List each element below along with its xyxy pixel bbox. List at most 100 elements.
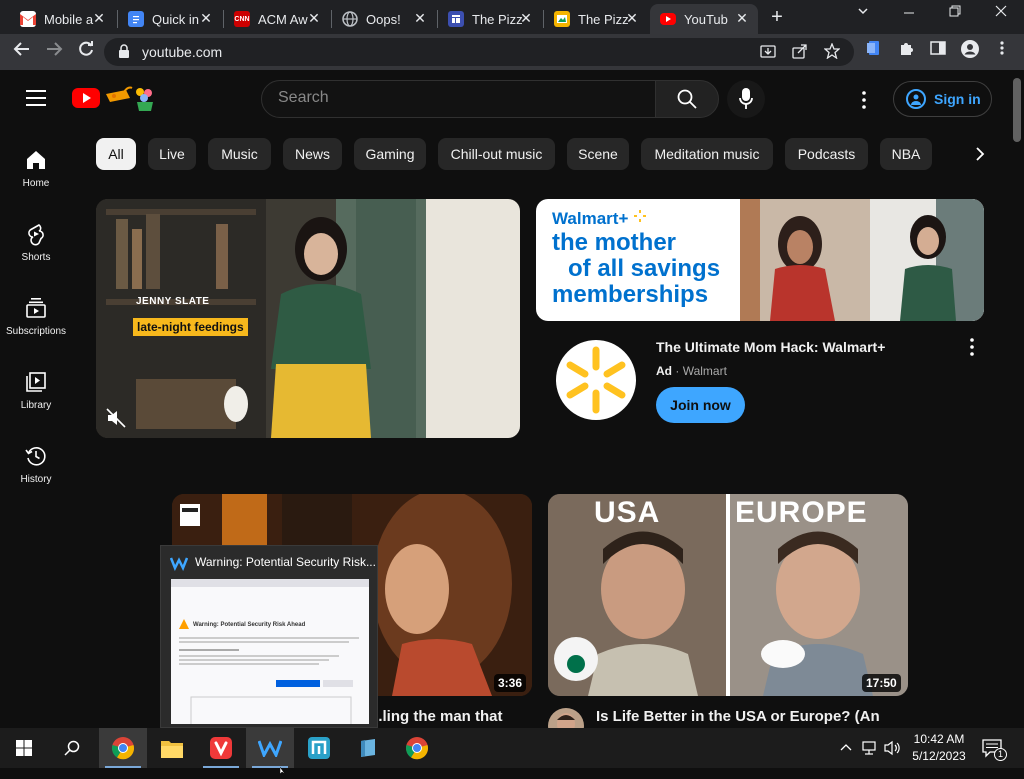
hamburger-menu-icon[interactable] (26, 90, 46, 106)
video-title[interactable]: ...ling the man that (370, 708, 503, 725)
mute-icon[interactable] (106, 408, 126, 433)
ad-banner-line-3: memberships (552, 281, 709, 308)
chip-gaming[interactable]: Gaming (354, 138, 426, 170)
search-button[interactable] (655, 80, 719, 118)
restore-button[interactable] (935, 4, 975, 28)
start-button[interactable] (0, 728, 48, 768)
chips-next-chevron-icon[interactable] (968, 142, 992, 166)
tab-forms[interactable]: The Pizz ✕ (438, 4, 542, 34)
ad-title[interactable]: The Ultimate Mom Hack: Walmart+ (656, 339, 885, 355)
sign-in-button[interactable]: Sign in (893, 81, 992, 117)
browser-tab-strip: Mobile a ✕ Quick in ✕ CNN ACM Aw ✕ Oops!… (0, 0, 1024, 34)
back-button[interactable] (10, 40, 34, 64)
cnn-icon: CNN (234, 11, 250, 27)
close-window-button[interactable] (981, 4, 1021, 28)
ad-label: Ad (656, 364, 672, 378)
video-overlay-name: JENNY SLATE (136, 296, 210, 307)
join-now-button[interactable]: Join now (656, 387, 745, 423)
sidebar-item-home[interactable]: Home (0, 138, 72, 208)
taskbar-chrome-app-2[interactable] (393, 728, 441, 768)
sidebar-item-label: Subscriptions (5, 326, 67, 337)
sidebar-item-subscriptions[interactable]: Subscriptions (0, 286, 72, 356)
tab-title: ACM Aw (258, 11, 308, 27)
search-input[interactable] (278, 89, 638, 107)
tab-docs[interactable]: Quick in ✕ (118, 4, 222, 34)
close-tab-icon[interactable]: ✕ (734, 10, 750, 27)
page-scrollbar-track[interactable] (1010, 70, 1024, 728)
chip-nba[interactable]: NBA (880, 138, 932, 170)
ad-banner-line-1: the mother (552, 229, 677, 256)
close-tab-icon[interactable]: ✕ (198, 10, 214, 27)
ad-banner[interactable]: Walmart+ the mother of all savings membe… (536, 199, 984, 321)
video-title[interactable]: Is Life Better in the USA or Europe? (An (596, 708, 880, 725)
share-icon[interactable] (792, 43, 808, 64)
address-bar[interactable]: youtube.com (104, 38, 854, 66)
walmart-spark-logo[interactable] (556, 340, 636, 420)
search-box[interactable] (261, 80, 656, 118)
walmart-spark-small-icon (634, 210, 647, 222)
youtube-doodle-icon[interactable] (104, 84, 158, 112)
close-tab-icon[interactable]: ✕ (518, 10, 534, 27)
lock-icon[interactable] (118, 44, 130, 63)
chip-chill-out-music[interactable]: Chill-out music (438, 138, 555, 170)
forward-button[interactable] (42, 40, 66, 64)
preview-page-image (171, 579, 369, 724)
tab-cnn[interactable]: CNN ACM Aw ✕ (224, 4, 330, 34)
tab-gmail[interactable]: Mobile a ✕ (10, 4, 115, 34)
chip-meditation-music[interactable]: Meditation music (641, 138, 773, 170)
close-tab-icon[interactable]: ✕ (91, 10, 107, 27)
voice-search-button[interactable] (727, 80, 765, 118)
taskbar-file-explorer-app[interactable] (148, 728, 196, 768)
sidebar-item-shorts[interactable]: Shorts (0, 212, 72, 282)
extensions-puzzle-icon[interactable] (894, 40, 918, 64)
home-icon (24, 148, 48, 172)
profile-icon[interactable] (958, 40, 982, 64)
chip-podcasts[interactable]: Podcasts (785, 138, 868, 170)
network-icon[interactable] (862, 740, 880, 761)
taskbar-app[interactable] (344, 728, 392, 768)
preview-heading: Warning: Potential Security Risk Ahead (193, 622, 306, 628)
slides-icon (554, 11, 570, 27)
taskbar-window-preview[interactable]: Warning: Potential Security Risk... Warn… (160, 545, 378, 728)
chip-music[interactable]: Music (208, 138, 271, 170)
reload-button[interactable] (74, 40, 98, 64)
new-tab-button[interactable]: + (766, 6, 788, 29)
system-clock[interactable]: 10:42 AM 5/12/2023 (900, 731, 978, 765)
ad-kebab-icon[interactable] (960, 335, 984, 359)
app-window-icon (169, 555, 189, 572)
sidebar-item-label: Library (20, 400, 52, 411)
tab-oops[interactable]: Oops! ✕ (332, 4, 436, 34)
sidebar-item-library[interactable]: Library (0, 360, 72, 430)
chip-news[interactable]: News (283, 138, 342, 170)
taskbar-maxthon-app[interactable] (295, 728, 343, 768)
close-tab-icon[interactable]: ✕ (306, 10, 322, 27)
featured-video-player[interactable]: JENNY SLATE late-night feedings (96, 199, 520, 438)
minimize-button[interactable] (889, 4, 929, 28)
page-scrollbar-thumb[interactable] (1013, 78, 1021, 142)
video-thumbnail[interactable]: USA EUROPE 17:50 (548, 494, 908, 696)
tab-youtube[interactable]: YouTube ✕ (650, 4, 758, 34)
youtube-logo[interactable] (72, 88, 100, 108)
close-tab-icon[interactable]: ✕ (412, 10, 428, 27)
tab-slides[interactable]: The Pizz ✕ (544, 4, 648, 34)
side-panel-icon[interactable] (926, 40, 950, 64)
app-book-icon (361, 739, 375, 757)
chip-live[interactable]: Live (148, 138, 196, 170)
show-hidden-icons-chevron[interactable] (839, 740, 853, 759)
chrome-menu-icon[interactable] (990, 40, 1014, 64)
chip-all[interactable]: All (96, 138, 136, 170)
install-app-icon[interactable] (760, 43, 776, 64)
taskbar-vivaldi-app[interactable] (197, 728, 245, 768)
bookmark-star-icon[interactable] (823, 42, 841, 64)
sidebar-item-history[interactable]: History (0, 434, 72, 504)
chip-scene[interactable]: Scene (567, 138, 629, 170)
settings-kebab-icon[interactable] (852, 88, 876, 112)
taskbar-search-button[interactable] (48, 728, 96, 768)
preview-thumbnail: Warning: Potential Security Risk Ahead (171, 579, 369, 724)
tab-search-chevron-icon[interactable] (843, 4, 883, 28)
thumbnail-text-usa: USA (594, 496, 661, 529)
folder-icon (161, 741, 183, 758)
docs-extension-icon[interactable] (862, 40, 886, 64)
close-tab-icon[interactable]: ✕ (624, 10, 640, 27)
taskbar-chrome-app[interactable] (99, 728, 147, 768)
